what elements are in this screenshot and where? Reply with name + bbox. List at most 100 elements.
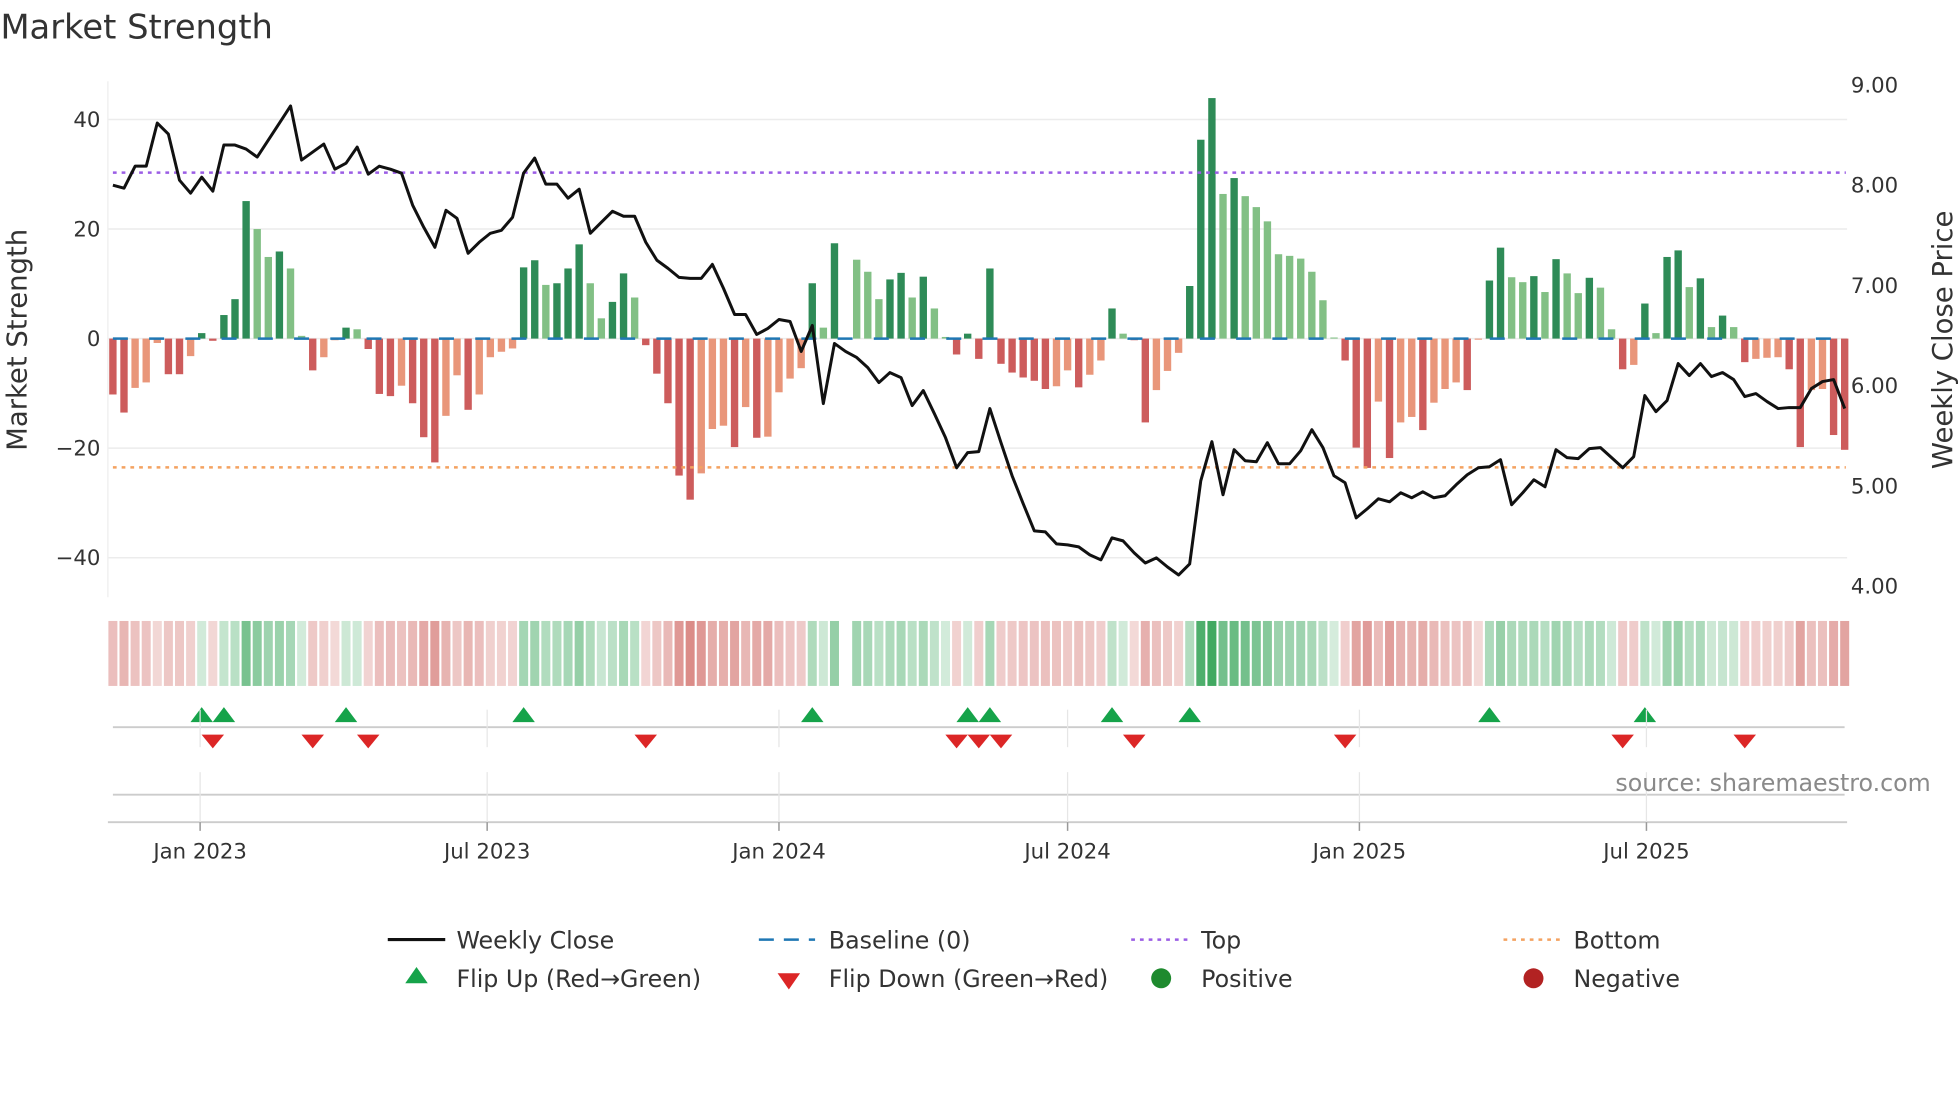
positive-bar <box>964 333 972 339</box>
negative-bar <box>642 338 650 346</box>
positive-bar <box>830 243 839 339</box>
positive-bar <box>1563 273 1571 339</box>
strip-cell-negative <box>730 620 740 686</box>
positive-bar <box>586 283 594 339</box>
positive-bar <box>1652 333 1660 339</box>
legend-flip-down: Flip Down (Green→Red) <box>829 965 1108 993</box>
flip-down-marker <box>945 734 968 749</box>
negative-bar <box>1796 338 1804 448</box>
strip-cell-negative <box>1429 620 1439 686</box>
strength-heat-strip <box>108 620 1850 686</box>
negative-bar <box>1052 338 1061 387</box>
flip-up-marker <box>190 707 213 723</box>
strip-cell-negative <box>397 620 407 686</box>
positive-bar <box>852 259 861 339</box>
strip-cell-positive <box>297 620 307 686</box>
legend-bottom: Bottom <box>1573 926 1660 954</box>
negative-bar <box>442 338 450 416</box>
legend-top: Top <box>1200 926 1241 954</box>
strip-cell-negative <box>1140 620 1150 686</box>
strip-cell-negative <box>796 620 806 686</box>
positive-bar <box>353 329 361 339</box>
strip-cell-negative <box>696 620 706 686</box>
strip-cell-positive <box>197 620 207 686</box>
positive-bar <box>1674 250 1682 339</box>
flip-down-marker <box>989 734 1013 749</box>
strip-cell-positive <box>1684 620 1694 686</box>
positive-bar <box>1252 207 1261 339</box>
strip-cell-negative <box>1151 620 1161 686</box>
strip-cell-negative <box>1018 620 1028 686</box>
positive-bar <box>919 276 927 339</box>
strip-cell-positive <box>1118 620 1128 686</box>
positive-bar <box>564 268 572 339</box>
chart-title: Market Strength <box>0 8 272 47</box>
negative-bar <box>1041 338 1050 390</box>
negative-bar <box>1374 338 1383 402</box>
negative-bar <box>1752 338 1760 359</box>
flip-up-marker <box>956 707 979 723</box>
positive-bar <box>553 283 561 339</box>
negative-bar <box>1452 338 1460 383</box>
legend-negative: Negative <box>1573 965 1679 993</box>
negative-bar <box>1430 338 1438 403</box>
positive-bar <box>1718 315 1727 339</box>
strip-cell-positive <box>230 620 240 686</box>
strip-cell-positive <box>252 620 262 686</box>
strip-cell-negative <box>1462 620 1472 686</box>
negative-bar <box>142 338 150 383</box>
strip-cell-negative <box>1618 620 1628 686</box>
strip-cell-negative <box>108 620 118 686</box>
strip-cell-positive <box>607 620 617 686</box>
positive-bar <box>1574 293 1582 339</box>
negative-bar <box>1463 338 1471 391</box>
strip-cell-positive <box>1562 620 1572 686</box>
positive-bar <box>986 268 994 339</box>
negative-bar <box>1785 338 1793 370</box>
strip-cell-negative <box>141 620 151 686</box>
strip-cell-positive <box>1584 620 1594 686</box>
negative-bar <box>109 338 117 395</box>
positive-bar <box>286 268 295 339</box>
y2-tick-label: 9.00 <box>1851 73 1898 98</box>
negative-bar <box>508 338 517 349</box>
negative-bar <box>175 338 184 375</box>
strip-cell-negative <box>952 620 962 686</box>
strip-cell-positive <box>1718 620 1728 686</box>
positive-bar <box>519 267 528 339</box>
right-axis-ticks: 9.00 8.00 7.00 6.00 5.00 4.00 <box>1851 73 1898 599</box>
strip-cell-positive <box>1662 620 1672 686</box>
strip-cell-negative <box>152 620 162 686</box>
negative-bar <box>1807 338 1816 391</box>
strip-cell-positive <box>1296 620 1306 686</box>
strip-cell-negative <box>1385 620 1395 686</box>
strip-cell-positive <box>1307 620 1317 686</box>
strip-cell-negative <box>1473 620 1483 686</box>
flip-down-marker <box>1733 734 1757 749</box>
strip-cell-negative <box>452 620 462 686</box>
strip-cell-negative <box>408 620 418 686</box>
strip-cell-negative <box>1773 620 1783 686</box>
strip-cell-negative <box>1362 620 1372 686</box>
x-tick-label: Jul 2025 <box>1601 839 1689 864</box>
strip-cell-positive <box>1507 620 1517 686</box>
left-axis-label: Market Strength <box>2 229 34 451</box>
strip-cell-positive <box>574 620 584 686</box>
negative-bar <box>386 338 395 397</box>
strip-cell-negative <box>330 620 340 686</box>
strip-cell-positive <box>1573 620 1583 686</box>
positive-bar <box>1230 178 1238 339</box>
strip-cell-positive <box>963 620 973 686</box>
negative-bar <box>719 338 728 426</box>
negative-bar <box>1141 338 1149 423</box>
positive-bar <box>220 315 228 339</box>
strip-cell-positive <box>1551 620 1561 686</box>
strip-cell-negative <box>974 620 984 686</box>
strip-cell-positive <box>940 620 950 686</box>
strip-cell-negative <box>1740 620 1750 686</box>
negative-bar <box>309 338 317 371</box>
negative-bar <box>1840 338 1849 450</box>
strip-cell-negative <box>1817 620 1827 686</box>
strip-cell-negative <box>1351 620 1361 686</box>
positive-bar <box>1496 247 1505 339</box>
